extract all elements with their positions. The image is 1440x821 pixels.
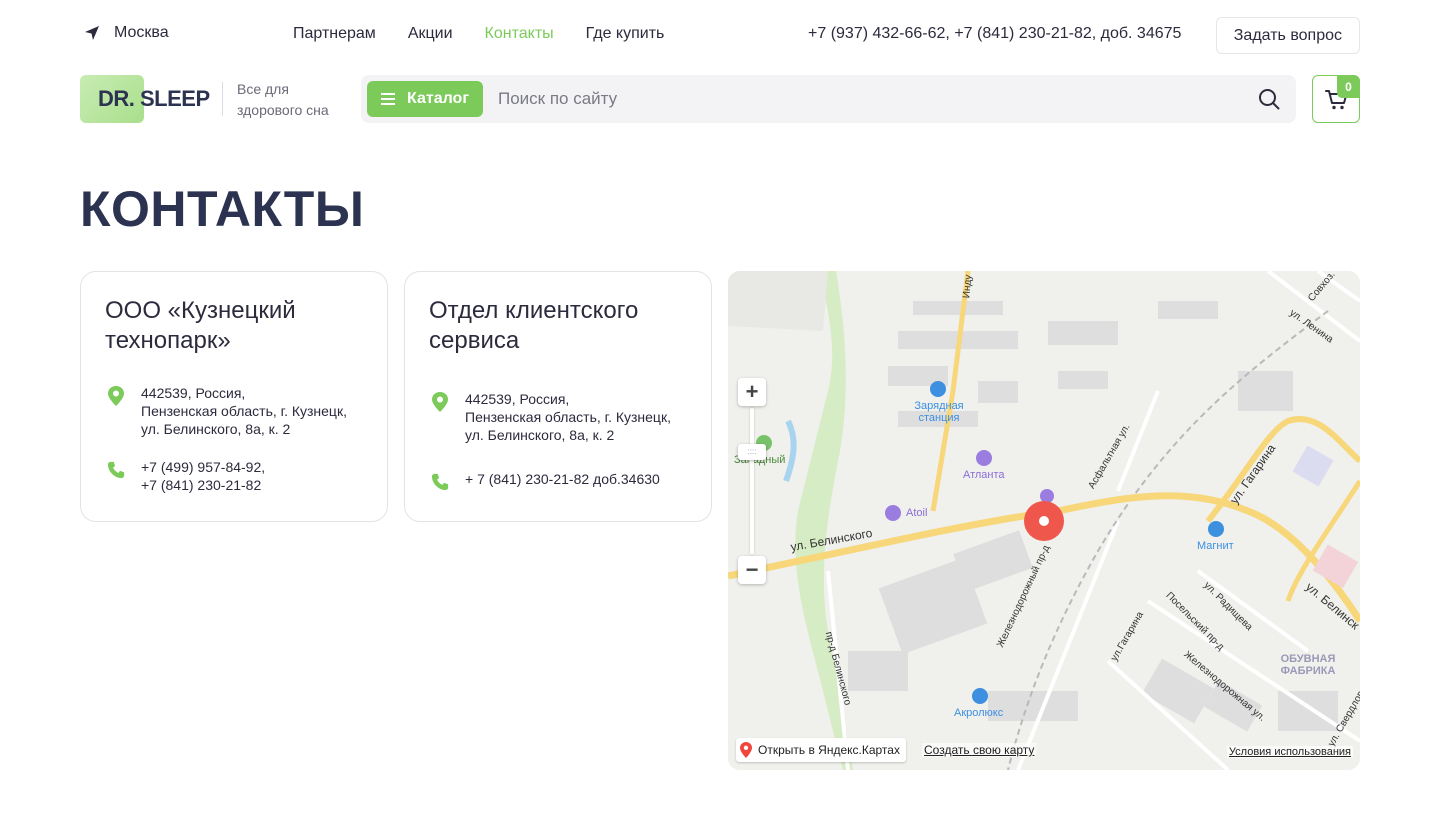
menu-icon [381, 93, 395, 105]
nav-promotions[interactable]: Акции [408, 25, 453, 43]
phone-line[interactable]: +7 (841) 230-21-82 [141, 476, 265, 494]
card-address: 442539, Россия, Пензенская область, г. К… [105, 384, 347, 438]
card-title: Отдел клиентского сервиса [429, 297, 639, 354]
city-label: Москва [114, 24, 169, 41]
logo-text: DR. SLEEP [98, 86, 210, 111]
shop-icon [1208, 521, 1224, 537]
card-phones: + 7 (841) 230-21-82 доб.34630 [429, 470, 660, 492]
ask-question-button[interactable]: Задать вопрос [1215, 17, 1360, 54]
map[interactable]: ул. Белинского ул. Белинск ул. Гагарина … [728, 271, 1360, 770]
location-pin-icon [431, 392, 448, 412]
zoom-in-button[interactable]: + [738, 378, 766, 406]
poi-label: Atoil [906, 507, 928, 519]
phone-icon [107, 461, 124, 479]
nav-contacts[interactable]: Контакты [485, 25, 554, 43]
zoom-slider-track[interactable] [750, 408, 754, 554]
poi-label: Зарядная станция [914, 400, 964, 424]
nav-partners[interactable]: Партнерам [293, 25, 376, 43]
address-line: Пензенская область, г. Кузнецк, [141, 403, 347, 419]
location-arrow-icon [85, 26, 99, 40]
catalog-label: Каталог [407, 90, 469, 107]
contact-card-company: ООО «Кузнецкий технопарк» 442539, Россия… [80, 271, 388, 522]
fuel-station-icon [885, 505, 901, 521]
address-line: Пензенская область, г. Кузнецк, [465, 409, 671, 425]
poi-label: Магнит [1197, 540, 1234, 552]
phone-line[interactable]: +7 (499) 957-84-92, [141, 458, 265, 476]
cart-button[interactable]: 0 [1312, 75, 1360, 123]
location-pin-icon [107, 386, 124, 406]
header-phones[interactable]: +7 (937) 432-66-62, +7 (841) 230-21-82, … [808, 25, 1181, 43]
card-address: 442539, Россия, Пензенская область, г. К… [429, 390, 671, 444]
logo[interactable]: DR. SLEEP [80, 75, 210, 123]
open-in-yandex-label: Открыть в Яндекс.Картах [758, 743, 900, 757]
search-bar: Каталог [361, 75, 1296, 123]
street-label: Инду [961, 274, 975, 299]
card-phones: +7 (499) 957-84-92, +7 (841) 230-21-82 [105, 458, 265, 494]
office-marker[interactable] [1024, 501, 1064, 541]
address-line: 442539, Россия, [141, 385, 246, 401]
catalog-button[interactable]: Каталог [367, 81, 483, 117]
search-icon[interactable] [1258, 88, 1280, 110]
poi-label: Атланта [963, 469, 1005, 481]
zoom-out-button[interactable]: − [738, 556, 766, 584]
search-input[interactable] [491, 81, 1231, 117]
map-pin-icon [740, 742, 752, 758]
logo-divider [222, 82, 223, 116]
shop-icon [972, 688, 988, 704]
contact-card-customer-service: Отдел клиентского сервиса 442539, Россия… [404, 271, 712, 522]
phone-icon [431, 473, 448, 491]
terms-of-use-link[interactable]: Условия использования [1226, 746, 1353, 758]
top-nav: Партнерам Акции Контакты Где купить [293, 25, 664, 43]
card-title: ООО «Кузнецкий технопарк» [105, 297, 296, 354]
city-selector[interactable]: Москва [84, 24, 169, 42]
topbar: Москва Партнерам Акции Контакты Где купи… [80, 16, 1360, 54]
tagline: Все для здорового сна [237, 81, 329, 118]
phone-line[interactable]: + 7 (841) 230-21-82 доб.34630 [465, 470, 660, 488]
nav-where-to-buy[interactable]: Где купить [586, 25, 665, 43]
poi-label: Акролюкс [954, 707, 1004, 719]
charging-station-icon [930, 381, 946, 397]
cart-count-badge: 0 [1337, 76, 1360, 98]
zoom-slider-handle[interactable]: :::: [738, 444, 766, 460]
address-line: 442539, Россия, [465, 391, 570, 407]
open-in-yandex-maps-button[interactable]: Открыть в Яндекс.Картах [736, 738, 906, 762]
address-line: ул. Белинского, 8а, к. 2 [465, 427, 615, 443]
page-title: КОНТАКТЫ [80, 181, 365, 237]
poi-label: ОБУВНАЯ ФАБРИКА [1280, 653, 1336, 677]
fuel-station-icon [976, 450, 992, 466]
address-line: ул. Белинского, 8а, к. 2 [141, 421, 291, 437]
create-map-link[interactable]: Создать свою карту [922, 743, 1037, 757]
